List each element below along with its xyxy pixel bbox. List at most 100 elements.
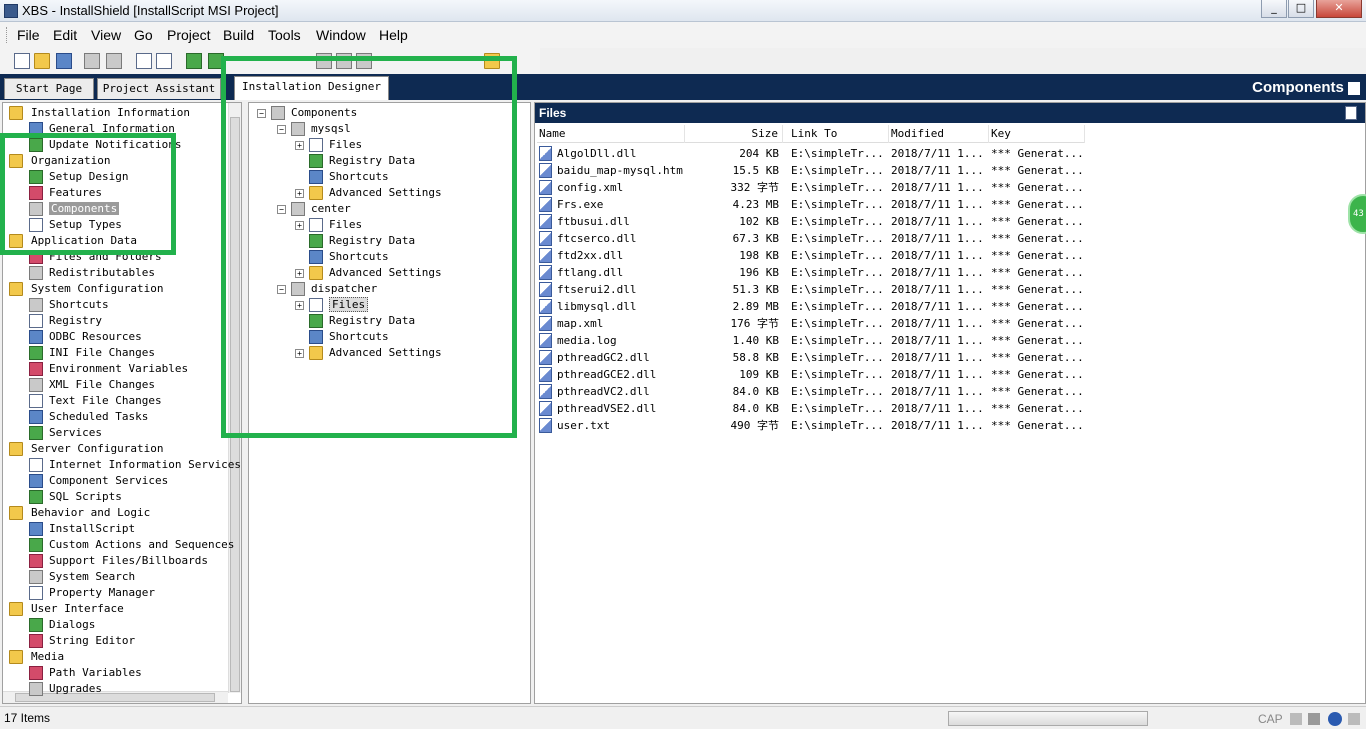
expand-icon[interactable]: +: [295, 141, 304, 150]
nav-item-component-services[interactable]: Component Services: [27, 473, 168, 489]
components-tree[interactable]: − Components − mysqsl + Files Registry Data Sho…: [248, 102, 531, 704]
nav-item-system-search[interactable]: System Search: [27, 569, 135, 585]
component-dispatcher-shortcuts[interactable]: Shortcuts: [295, 329, 389, 345]
tab-start-page[interactable]: Start Page: [4, 78, 94, 99]
file-row[interactable]: pthreadGC2.dll 58.8 KB E:\simpleTr... 2018/…: [537, 349, 1085, 366]
nav-item-odbc-resources[interactable]: ODBC Resources: [27, 329, 142, 345]
nav-item-sql-scripts[interactable]: SQL Scripts: [27, 489, 122, 505]
file-row[interactable]: ftbusui.dll 102 KB E:\simpleTr... 2018/7/11…: [537, 213, 1085, 230]
file-row[interactable]: ftlang.dll 196 KB E:\simpleTr... 2018/7/11 …: [537, 264, 1085, 281]
nav-group-media[interactable]: Media: [7, 649, 64, 665]
nav-scroll-thumb[interactable]: [230, 117, 240, 692]
nav-item-files-and-folders[interactable]: Files and Folders: [27, 249, 162, 265]
column-size[interactable]: Size: [685, 125, 783, 143]
component-mysqsl-registry-data[interactable]: Registry Data: [295, 153, 415, 169]
close-button[interactable]: ✕: [1316, 0, 1362, 18]
file-row[interactable]: ftd2xx.dll 198 KB E:\simpleTr... 2018/7/11 …: [537, 247, 1085, 264]
expand-icon[interactable]: +: [295, 189, 304, 198]
redo-icon[interactable]: [106, 53, 122, 69]
arrow-up-icon[interactable]: [186, 53, 202, 69]
nav-item-support-files-billboards[interactable]: Support Files/Billboards: [27, 553, 208, 569]
component-mysqsl-advanced-settings[interactable]: + Advanced Settings: [295, 185, 442, 201]
file-row[interactable]: libmysql.dll 2.89 MB E:\simpleTr... 2018/7/…: [537, 298, 1085, 315]
tab-installation-designer[interactable]: Installation Designer: [234, 76, 389, 100]
menu-help[interactable]: Help: [379, 27, 408, 43]
menu-edit[interactable]: Edit: [53, 27, 77, 43]
tool-icon-2[interactable]: [336, 53, 352, 69]
nav-item-custom-actions-and-sequences[interactable]: Custom Actions and Sequences: [27, 537, 234, 553]
nav-group-application-data[interactable]: Application Data: [7, 233, 137, 249]
file-row[interactable]: ftcserco.dll 67.3 KB E:\simpleTr... 2018/7/…: [537, 230, 1085, 247]
nav-item-general-information[interactable]: General Information: [27, 121, 175, 137]
nav-item-path-variables[interactable]: Path Variables: [27, 665, 142, 681]
nav-item-internet-information-services[interactable]: Internet Information Services: [27, 457, 241, 473]
resize-grip-icon[interactable]: [1348, 713, 1360, 725]
file-row[interactable]: ftserui2.dll 51.3 KB E:\simpleTr... 2018/7/…: [537, 281, 1085, 298]
nav-item-registry[interactable]: Registry: [27, 313, 102, 329]
nav-item-dialogs[interactable]: Dialogs: [27, 617, 95, 633]
tab-project-assistant[interactable]: Project Assistant: [97, 78, 221, 99]
column-name[interactable]: Name: [537, 125, 685, 143]
component-mysqsl[interactable]: − mysqsl: [275, 121, 351, 137]
nav-item-services[interactable]: Services: [27, 425, 102, 441]
view-split-icon[interactable]: [156, 53, 172, 69]
nav-item-redistributables[interactable]: Redistributables: [27, 265, 155, 281]
files-doc-icon[interactable]: [1345, 106, 1357, 120]
component-dispatcher-files[interactable]: + Files: [295, 297, 369, 313]
component-mysqsl-shortcuts[interactable]: Shortcuts: [295, 169, 389, 185]
expand-icon[interactable]: +: [295, 349, 304, 358]
nav-group-system-configuration[interactable]: System Configuration: [7, 281, 163, 297]
file-row[interactable]: user.txt 490 字节 E:\simpleTr... 2018/7/11 1.…: [537, 417, 1085, 434]
component-dispatcher-advanced-settings[interactable]: + Advanced Settings: [295, 345, 442, 361]
menu-window[interactable]: Window: [316, 27, 366, 43]
maximize-button[interactable]: □: [1288, 0, 1314, 18]
expand-icon[interactable]: +: [295, 269, 304, 278]
collapse-icon[interactable]: −: [277, 205, 286, 214]
designer-nav-tree[interactable]: Installation Information General Informat…: [2, 102, 242, 704]
collapse-icon[interactable]: −: [257, 109, 266, 118]
minimize-button[interactable]: _: [1261, 0, 1287, 18]
file-row[interactable]: pthreadGCE2.dll 109 KB E:\simpleTr... 2018/…: [537, 366, 1085, 383]
nav-item-scheduled-tasks[interactable]: Scheduled Tasks: [27, 409, 148, 425]
open-icon[interactable]: [34, 53, 50, 69]
component-center-advanced-settings[interactable]: + Advanced Settings: [295, 265, 442, 281]
nav-item-setup-design[interactable]: Setup Design: [27, 169, 128, 185]
floating-badge[interactable]: 43: [1348, 194, 1366, 234]
file-row[interactable]: config.xml 332 字节 E:\simpleTr... 2018/7/11 …: [537, 179, 1085, 196]
file-row[interactable]: AlgolDll.dll 204 KB E:\simpleTr... 2018/7/1…: [537, 145, 1085, 162]
component-center-shortcuts[interactable]: Shortcuts: [295, 249, 389, 265]
arrow-down-icon[interactable]: [208, 53, 224, 69]
undo-icon[interactable]: [84, 53, 100, 69]
menu-project[interactable]: Project: [167, 27, 211, 43]
nav-item-upgrades[interactable]: Upgrades: [27, 681, 102, 697]
collapse-icon[interactable]: −: [277, 125, 286, 134]
nav-item-update-notifications[interactable]: Update Notifications: [27, 137, 181, 153]
column-key[interactable]: Key: [989, 125, 1085, 143]
file-row[interactable]: baidu_map-mysql.htm 15.5 KB E:\simpleTr...…: [537, 162, 1085, 179]
tool-icon-3[interactable]: [356, 53, 372, 69]
component-center-files[interactable]: + Files: [295, 217, 362, 233]
keyboard-icon[interactable]: [1308, 713, 1320, 725]
nav-item-shortcuts[interactable]: Shortcuts: [27, 297, 109, 313]
folder-tool-icon[interactable]: [484, 53, 500, 69]
expand-icon[interactable]: +: [295, 301, 304, 310]
nav-item-text-file-changes[interactable]: Text File Changes: [27, 393, 162, 409]
collapse-icon[interactable]: −: [277, 285, 286, 294]
help-icon[interactable]: [1328, 712, 1342, 726]
file-row[interactable]: pthreadVC2.dll 84.0 KB E:\simpleTr... 2018/…: [537, 383, 1085, 400]
file-row[interactable]: pthreadVSE2.dll 84.0 KB E:\simpleTr... 2018…: [537, 400, 1085, 417]
view-pane-icon[interactable]: [136, 53, 152, 69]
nav-group-installation-information[interactable]: Installation Information: [7, 105, 190, 121]
nav-item-setup-types[interactable]: Setup Types: [27, 217, 122, 233]
file-row[interactable]: Frs.exe 4.23 MB E:\simpleTr... 2018/7/11 1.…: [537, 196, 1085, 213]
component-mysqsl-files[interactable]: + Files: [295, 137, 362, 153]
file-row[interactable]: map.xml 176 字节 E:\simpleTr... 2018/7/11 1..…: [537, 315, 1085, 332]
nav-item-property-manager[interactable]: Property Manager: [27, 585, 155, 601]
menu-build[interactable]: Build: [223, 27, 254, 43]
nav-item-features[interactable]: Features: [27, 185, 102, 201]
tray-icon[interactable]: [1290, 713, 1302, 725]
nav-vertical-scrollbar[interactable]: [228, 103, 241, 693]
nav-group-behavior-and-logic[interactable]: Behavior and Logic: [7, 505, 150, 521]
tool-icon[interactable]: [316, 53, 332, 69]
menu-tools[interactable]: Tools: [268, 27, 301, 43]
